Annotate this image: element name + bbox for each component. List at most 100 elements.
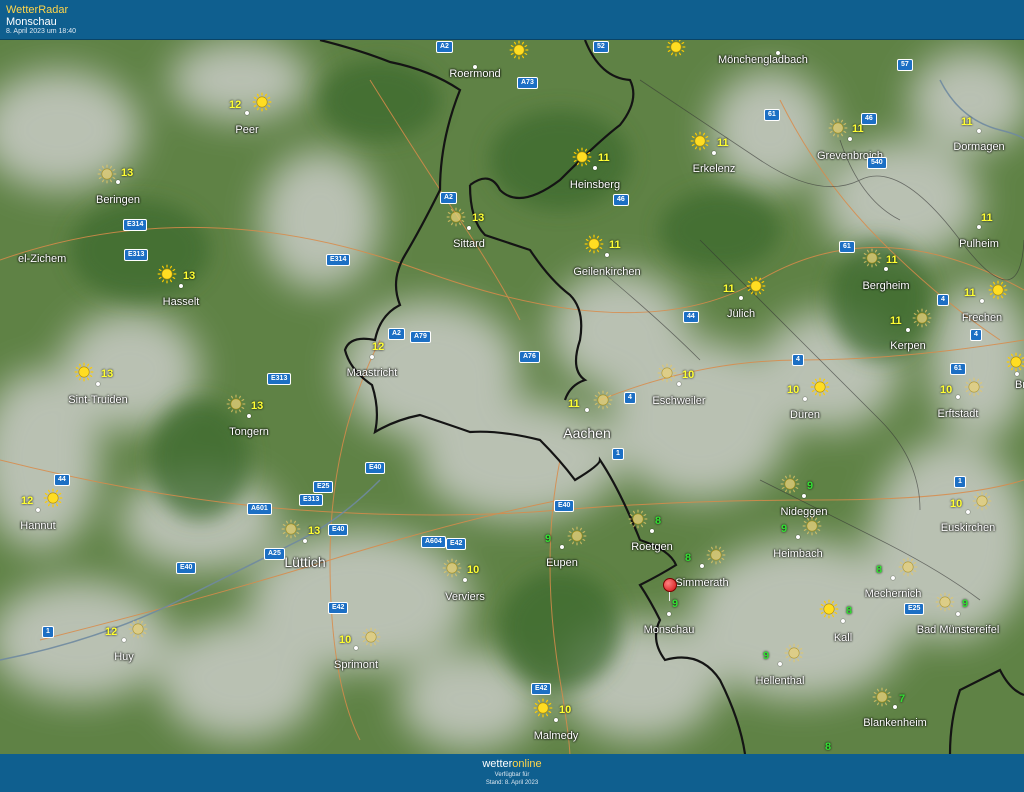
location-pin-icon[interactable] bbox=[663, 578, 677, 592]
temperature-label: 9 bbox=[962, 598, 969, 610]
city-dot bbox=[585, 408, 589, 412]
wetteronline-logo[interactable]: wetteronline bbox=[0, 758, 1024, 770]
temperature-label: 10 bbox=[682, 369, 695, 381]
hazy-sun-icon bbox=[567, 526, 587, 546]
city-dot bbox=[370, 355, 374, 359]
app-header: WetterRadar Monschau 8. April 2023 um 18… bbox=[0, 0, 1024, 40]
city-name: Bad Münstereifel bbox=[916, 624, 1000, 636]
temperature-label: 13 bbox=[121, 167, 134, 179]
hazy-sun-icon bbox=[780, 474, 800, 494]
hazy-sun-icon bbox=[628, 509, 648, 529]
city-name: Roermond bbox=[449, 68, 501, 80]
city-name: Huy bbox=[114, 651, 134, 663]
sun-icon bbox=[43, 488, 63, 508]
temperature-label: 9 bbox=[672, 598, 679, 610]
city-dot bbox=[739, 296, 743, 300]
timestamp: 8. April 2023 um 18:40 bbox=[6, 28, 77, 35]
city-name: Monschau bbox=[643, 624, 695, 636]
sun-icon bbox=[690, 131, 710, 151]
temperature-label: 11 bbox=[598, 152, 610, 164]
city-name: Roetgen bbox=[631, 541, 673, 553]
available-text: Verfügbar für bbox=[494, 772, 530, 778]
sun-icon bbox=[584, 234, 604, 254]
road-sign: 44 bbox=[683, 311, 699, 323]
hazy-sun-icon bbox=[898, 557, 918, 577]
city-name: Pulheim bbox=[959, 238, 999, 250]
city-name: Bergheim bbox=[862, 280, 910, 292]
city-dot bbox=[884, 267, 888, 271]
sun-icon bbox=[666, 40, 686, 57]
hazy-sun-icon bbox=[97, 164, 117, 184]
road-sign: E42 bbox=[328, 602, 349, 614]
city-dot bbox=[650, 529, 654, 533]
temperature-label: 10 bbox=[940, 384, 953, 396]
city-dot bbox=[122, 638, 126, 642]
road-sign: E40 bbox=[176, 562, 197, 574]
city-name: Frechen bbox=[961, 312, 1003, 324]
city-name: Heinsberg bbox=[569, 179, 621, 191]
city-name: Blankenheim bbox=[863, 717, 927, 729]
city-name: Kerpen bbox=[890, 340, 926, 352]
stand-text: Stand: 8. April 2023 bbox=[485, 780, 539, 786]
city-dot bbox=[977, 225, 981, 229]
hazy-sun-icon bbox=[657, 363, 677, 383]
city-name: Erftstadt bbox=[937, 408, 979, 420]
app-title: WetterRadar bbox=[6, 4, 69, 16]
sun-icon bbox=[572, 147, 592, 167]
temperature-label: 9 bbox=[763, 650, 770, 662]
hazy-sun-icon bbox=[862, 248, 882, 268]
sun-icon bbox=[252, 92, 272, 112]
temperature-label: 11 bbox=[717, 137, 729, 149]
road-sign: E313 bbox=[267, 373, 292, 385]
city-name: Mönchengladbach bbox=[718, 54, 808, 66]
road-sign: 1 bbox=[612, 448, 624, 460]
city-dot bbox=[303, 539, 307, 543]
city-name: Jülich bbox=[726, 308, 756, 320]
hazy-sun-icon bbox=[964, 377, 984, 397]
road-sign: E40 bbox=[554, 500, 575, 512]
location-pin-stem bbox=[669, 591, 670, 601]
city-name: Peer bbox=[235, 124, 259, 136]
city-name: Geilenkirchen bbox=[573, 266, 641, 278]
city-name: Eupen bbox=[546, 557, 578, 569]
hazy-sun-icon bbox=[593, 390, 613, 410]
city-name: Maastricht bbox=[346, 367, 398, 379]
road-sign: 4 bbox=[970, 329, 982, 341]
road-sign: 52 bbox=[593, 41, 609, 53]
city-dot bbox=[796, 535, 800, 539]
road-sign: E42 bbox=[446, 538, 467, 550]
weather-radar-map[interactable]: Roermond Mönchengladbach Peer 12 Beringen 13 S… bbox=[0, 40, 1024, 754]
road-sign: 46 bbox=[613, 194, 629, 206]
temperature-label: 8 bbox=[825, 741, 832, 753]
city-dot bbox=[700, 564, 704, 568]
hazy-sun-icon bbox=[226, 394, 246, 414]
road-sign: E40 bbox=[365, 462, 386, 474]
city-dot bbox=[677, 382, 681, 386]
app-footer: wetteronline Verfügbar für Stand: 8. Apr… bbox=[0, 754, 1024, 792]
road-sign: 61 bbox=[950, 363, 966, 375]
temperature-label: 9 bbox=[807, 480, 814, 492]
city-dot bbox=[554, 718, 558, 722]
road-sign: 61 bbox=[764, 109, 780, 121]
road-sign: 61 bbox=[839, 241, 855, 253]
hazy-sun-icon bbox=[872, 687, 892, 707]
sun-icon bbox=[157, 264, 177, 284]
temperature-label: 11 bbox=[568, 398, 580, 410]
city-name: Lüttich bbox=[284, 554, 326, 570]
city-name: Mechernich bbox=[864, 588, 922, 600]
road-sign: A2 bbox=[436, 41, 453, 53]
city-dot bbox=[463, 578, 467, 582]
city-name: Tongern bbox=[229, 426, 269, 438]
hazy-sun-icon bbox=[784, 643, 804, 663]
city-dot bbox=[245, 111, 249, 115]
city-dot bbox=[36, 508, 40, 512]
road-sign: E313 bbox=[299, 494, 324, 506]
road-sign: 46 bbox=[861, 113, 877, 125]
city-name: Erkelenz bbox=[692, 163, 736, 175]
road-sign: 4 bbox=[937, 294, 949, 306]
temperature-label: 13 bbox=[251, 400, 264, 412]
temperature-label: 8 bbox=[685, 552, 692, 564]
road-sign: 57 bbox=[897, 59, 913, 71]
road-sign: E314 bbox=[123, 219, 148, 231]
road-sign: A25 bbox=[264, 548, 285, 560]
